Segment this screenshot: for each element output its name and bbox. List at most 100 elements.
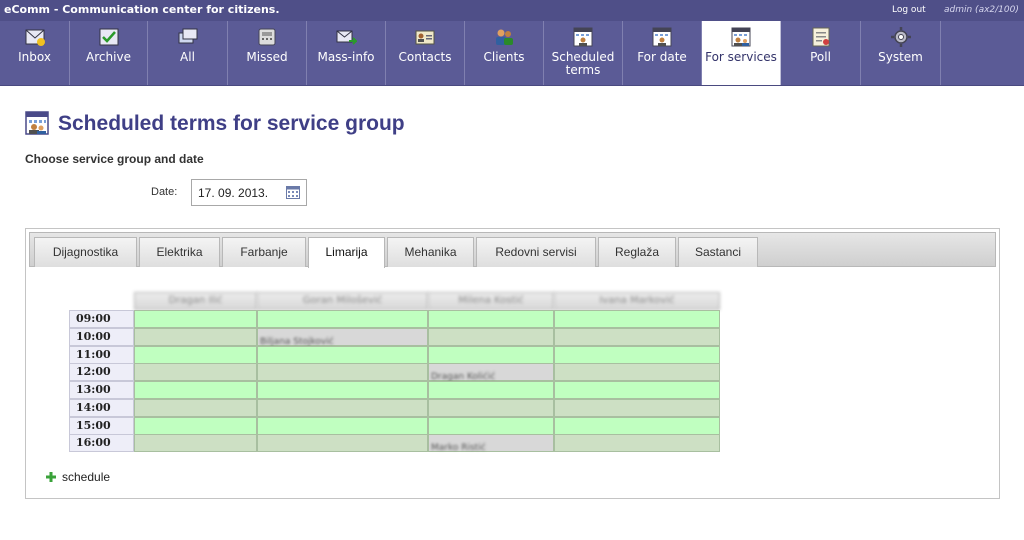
add-schedule-link[interactable]: schedule: [46, 470, 110, 484]
free-slot[interactable]: [257, 381, 428, 399]
free-slot[interactable]: [554, 345, 720, 364]
archive-icon: [99, 28, 118, 46]
date-value: 17. 09. 2013.: [198, 186, 269, 200]
nav-item-clients[interactable]: Clients: [465, 21, 544, 85]
calendar-user-icon: [652, 27, 672, 47]
free-slot[interactable]: [257, 345, 428, 364]
schedule-column-header: Milena Kostić: [428, 292, 554, 310]
nav-item-missed[interactable]: Missed: [228, 21, 307, 85]
free-slot[interactable]: [134, 398, 257, 417]
all-messages-icon: [178, 28, 197, 44]
mass-mail-icon: [336, 30, 357, 45]
free-slot[interactable]: [554, 381, 720, 399]
nav-label: Clients: [483, 50, 525, 64]
free-slot[interactable]: [428, 398, 554, 417]
time-slot-label: 09:00: [69, 310, 134, 328]
tab-dijagnostika[interactable]: Dijagnostika: [34, 237, 137, 267]
nav-item-mass-info[interactable]: Mass-info: [307, 21, 386, 85]
nav-item-contacts[interactable]: Contacts: [386, 21, 465, 85]
free-slot[interactable]: [428, 381, 554, 399]
contact-card-icon: [415, 30, 435, 45]
time-slot-label: 14:00: [69, 398, 134, 417]
time-slot-label: 16:00: [69, 434, 134, 453]
free-slot[interactable]: [554, 327, 720, 346]
free-slot[interactable]: [257, 416, 428, 435]
free-slot[interactable]: [134, 310, 257, 328]
time-slot-label: 13:00: [69, 381, 134, 399]
date-label: Date:: [151, 186, 178, 198]
free-slot[interactable]: [134, 381, 257, 399]
nav-item-system[interactable]: System: [861, 21, 941, 85]
free-slot[interactable]: [134, 363, 257, 382]
date-input[interactable]: 17. 09. 2013.: [191, 179, 307, 206]
free-slot[interactable]: [428, 327, 554, 346]
nav-label: All: [180, 50, 195, 64]
main-nav: Inbox Archive All Missed Mass-info Contacts Cl…: [0, 21, 1024, 86]
free-slot[interactable]: [554, 363, 720, 382]
free-slot[interactable]: [257, 363, 428, 382]
tab-elektrika[interactable]: Elektrika: [139, 237, 220, 267]
service-group-panel: Dijagnostika Elektrika Farbanje Limarija Meh…: [25, 228, 1000, 499]
nav-label: Mass-info: [317, 50, 375, 64]
schedule-column-header: Dragan Ilić: [134, 292, 257, 310]
time-slot-label: 10:00: [69, 327, 134, 346]
nav-label: Scheduled terms: [551, 50, 615, 77]
logout-link[interactable]: Log out: [892, 5, 926, 15]
poll-icon: [812, 27, 829, 47]
tab-regla-a[interactable]: Reglaža: [598, 237, 676, 267]
inbox-icon: [25, 29, 45, 46]
nav-item-archive[interactable]: Archive: [70, 21, 148, 85]
nav-label: Contacts: [398, 50, 452, 64]
booked-slot[interactable]: Biljana Stojković: [257, 327, 428, 347]
free-slot[interactable]: [134, 416, 257, 435]
nav-item-poll[interactable]: Poll: [781, 21, 861, 85]
nav-item-for-services[interactable]: For services: [702, 21, 781, 85]
free-slot[interactable]: [134, 434, 257, 453]
free-slot[interactable]: [554, 398, 720, 417]
calendar-group-icon: [731, 27, 751, 47]
free-slot[interactable]: [134, 345, 257, 364]
schedule-column-header: Goran Milošević: [257, 292, 428, 310]
calendar-user-icon: [573, 27, 593, 47]
booked-slot[interactable]: Marko Ristić: [428, 434, 554, 453]
phone-icon: [258, 28, 276, 46]
nav-item-for-date[interactable]: For date: [623, 21, 702, 85]
nav-item-all[interactable]: All: [148, 21, 228, 85]
nav-label: System: [878, 50, 923, 64]
nav-label: Missed: [246, 50, 288, 64]
free-slot[interactable]: [554, 434, 720, 453]
tab-limarija[interactable]: Limarija: [308, 237, 385, 268]
tab-sastanci[interactable]: Sastanci: [678, 237, 758, 267]
nav-item-inbox[interactable]: Inbox: [0, 21, 70, 85]
plus-icon: [46, 472, 56, 482]
calendar-group-icon: [25, 111, 49, 135]
free-slot[interactable]: [428, 416, 554, 435]
tab-mehanika[interactable]: Mehanika: [387, 237, 474, 267]
top-bar: eComm - Communication center for citizen…: [0, 0, 1024, 21]
service-group-tabs: Dijagnostika Elektrika Farbanje Limarija Meh…: [29, 232, 996, 268]
booked-client-name: Marko Ristić: [431, 443, 486, 454]
page-subtitle: Choose service group and date: [25, 152, 204, 166]
schedule-column-header: Ivana Marković: [554, 292, 720, 310]
tab-redovni-servisi[interactable]: Redovni servisi: [476, 237, 596, 267]
calendar-icon[interactable]: [286, 186, 300, 199]
nav-label: For services: [705, 50, 777, 64]
free-slot[interactable]: [428, 345, 554, 364]
time-slot-label: 11:00: [69, 345, 134, 364]
free-slot[interactable]: [554, 310, 720, 328]
nav-item-scheduled-terms[interactable]: Scheduled terms: [544, 21, 623, 85]
free-slot[interactable]: [257, 434, 428, 453]
gear-icon: [890, 27, 911, 47]
free-slot[interactable]: [257, 310, 428, 328]
add-schedule-label: schedule: [62, 470, 111, 484]
page-title: Scheduled terms for service group: [58, 112, 405, 135]
app-title: eComm - Communication center for citizen…: [4, 3, 280, 16]
tab-farbanje[interactable]: Farbanje: [222, 237, 306, 267]
free-slot[interactable]: [257, 398, 428, 417]
time-slot-label: 12:00: [69, 363, 134, 382]
free-slot[interactable]: [554, 416, 720, 435]
free-slot[interactable]: [428, 310, 554, 328]
clients-icon: [496, 29, 513, 45]
free-slot[interactable]: [134, 327, 257, 346]
booked-slot[interactable]: Dragan Kolićić: [428, 363, 554, 382]
